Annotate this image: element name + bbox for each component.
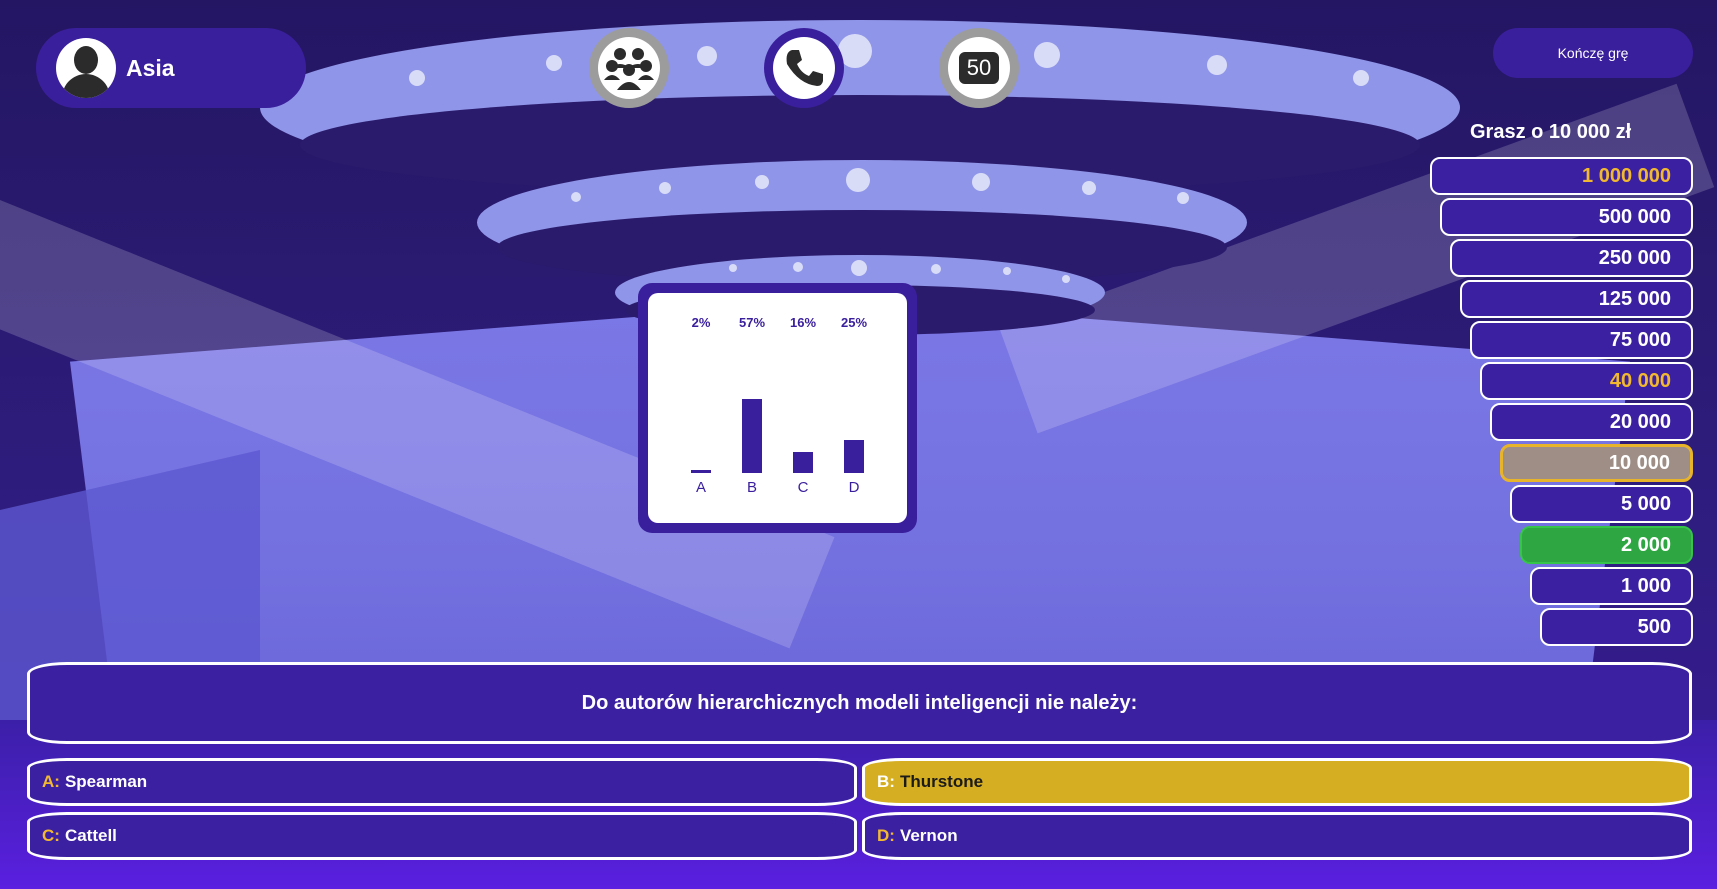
ring-light — [1003, 267, 1011, 275]
answer-text: Vernon — [899, 826, 958, 845]
poll-percent-label: 57% — [738, 315, 766, 330]
question-text: Do autorów hierarchicznych modeli inteli… — [581, 691, 1138, 714]
ring-light — [793, 262, 803, 272]
audience-poll-chart: 2% A 57% B 16% C 25% D — [648, 293, 907, 523]
answer-text: Thurstone — [899, 772, 984, 791]
lifeline-fifty-fifty[interactable]: 50 — [939, 28, 1019, 108]
answer-text: Cattell — [64, 826, 117, 845]
ring-light — [729, 264, 737, 272]
quit-game-button[interactable]: Kończę grę — [1493, 28, 1693, 78]
lifeline-ask-the-audience[interactable] — [589, 28, 669, 108]
poll-percent-label: 2% — [691, 315, 711, 330]
poll-column-d: 25% D — [834, 293, 874, 523]
lifeline-phone-a-friend[interactable] — [764, 28, 844, 108]
ring-light — [1207, 55, 1227, 75]
ladder-step: 125 000 — [1460, 280, 1693, 318]
ring-light — [409, 70, 425, 86]
ring-light — [1082, 181, 1096, 195]
phone-icon — [786, 50, 823, 86]
ring-light — [1034, 42, 1060, 68]
ladder-step: 500 — [1540, 608, 1693, 646]
ladder-step: 40 000 — [1480, 362, 1693, 400]
poll-letter: B — [746, 479, 757, 496]
ring-light — [851, 260, 867, 276]
ring-light — [1177, 192, 1189, 204]
answer-letter: B: — [877, 772, 895, 791]
ladder-step: 75 000 — [1470, 321, 1693, 359]
ring-light — [1353, 70, 1369, 86]
answer-b[interactable]: B: Thurstone — [862, 758, 1692, 806]
answer-c[interactable]: C: Cattell — [27, 812, 857, 860]
ring-light — [972, 173, 990, 191]
ladder-step: 1 000 000 — [1430, 157, 1693, 195]
ring-light — [546, 55, 562, 71]
poll-bar — [691, 470, 711, 473]
poll-column-a: 2% A — [681, 293, 721, 523]
ring-light — [571, 192, 581, 202]
answer-d[interactable]: D: Vernon — [862, 812, 1692, 860]
user-silhouette-icon — [56, 38, 116, 98]
player-name: Asia — [126, 54, 175, 81]
poll-letter: D — [848, 479, 860, 496]
ladder-step: 1 000 — [1530, 567, 1693, 605]
ring-light — [697, 46, 717, 66]
audience-poll-panel: 2% A 57% B 16% C 25% D — [638, 283, 917, 533]
ladder-step: 2 000 — [1520, 526, 1693, 564]
answer-letter: C: — [42, 826, 60, 845]
ladder-step: 5 000 — [1510, 485, 1693, 523]
ring-light — [755, 175, 769, 189]
answer-text: Spearman — [64, 772, 148, 791]
ring-light — [931, 264, 941, 274]
answer-a[interactable]: A: Spearman — [27, 758, 857, 806]
poll-bar — [844, 440, 864, 473]
ring-light — [1062, 275, 1070, 283]
question-box: Do autorów hierarchicznych modeli inteli… — [27, 662, 1692, 744]
ring-light — [659, 182, 671, 194]
poll-percent-label: 16% — [789, 315, 817, 330]
answer-letter: A: — [42, 772, 60, 791]
ladder-step: 20 000 — [1490, 403, 1693, 441]
ladder-step: 10 000 — [1500, 444, 1693, 482]
player-badge: Asia — [36, 28, 306, 108]
fifty-fifty-icon: 50 — [958, 52, 1000, 84]
poll-letter: A — [695, 479, 706, 496]
poll-bar — [793, 452, 813, 473]
audience-icon — [604, 48, 654, 90]
ring-light — [846, 168, 870, 192]
poll-column-c: 16% C — [783, 293, 823, 523]
poll-column-b: 57% B — [732, 293, 772, 523]
ladder-step: 500 000 — [1440, 198, 1693, 236]
poll-letter: C — [797, 479, 809, 496]
poll-percent-label: 25% — [840, 315, 868, 330]
playing-for-label: Grasz o 10 000 zł — [1470, 121, 1632, 143]
ladder-step: 250 000 — [1450, 239, 1693, 277]
poll-bar — [742, 399, 762, 473]
answer-letter: D: — [877, 826, 895, 845]
